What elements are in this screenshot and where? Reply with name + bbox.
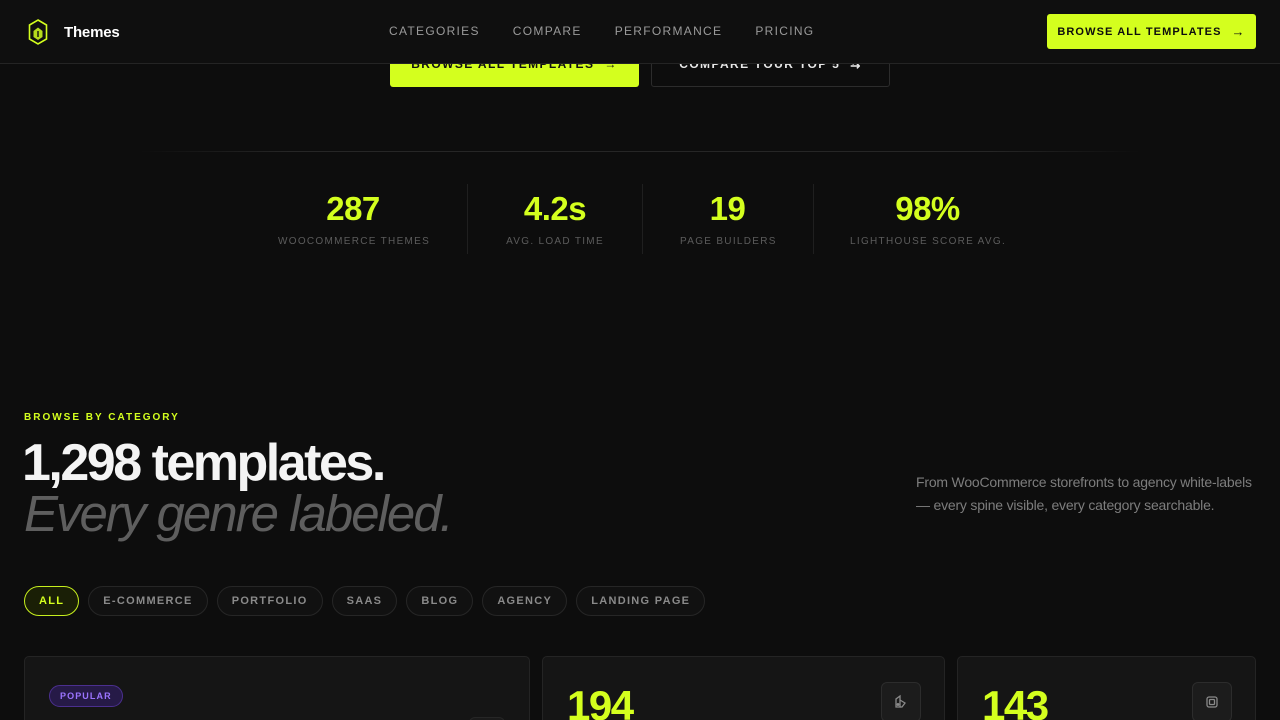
- stat-lighthouse-score: 98% LIGHTHOUSE SCORE AVG.: [850, 188, 1005, 247]
- filter-chip-e-commerce[interactable]: E-COMMERCE: [88, 586, 208, 616]
- browse-all-templates-button[interactable]: BROWSE ALL TEMPLATES →: [1047, 14, 1256, 49]
- filter-chip-agency[interactable]: AGENCY: [482, 586, 568, 616]
- nav-link-compare[interactable]: COMPARE: [513, 24, 582, 38]
- filter-chip-saas[interactable]: SAAS: [331, 586, 398, 616]
- nav-link-performance[interactable]: PERFORMANCE: [615, 24, 723, 38]
- arrow-right-icon: →: [1231, 24, 1246, 39]
- stat-separator: [467, 184, 468, 254]
- category-card-featured[interactable]: POPULAR: [24, 656, 530, 720]
- category-card[interactable]: 143: [957, 656, 1256, 720]
- filter-chip-portfolio[interactable]: PORTFOLIO: [216, 586, 323, 616]
- stat-value: 98%: [895, 190, 960, 227]
- filter-chip-all[interactable]: ALL: [24, 586, 80, 616]
- section-intro: From WooCommerce storefronts to agency w…: [916, 474, 1252, 513]
- brand-name: Themes: [64, 23, 120, 41]
- palette-icon: [881, 682, 921, 720]
- stat-value: 19: [709, 190, 746, 227]
- nav-link-pricing[interactable]: PRICING: [755, 24, 814, 38]
- brand[interactable]: Themes: [28, 19, 120, 45]
- nav-links: CATEGORIES COMPARE PERFORMANCE PRICING: [389, 24, 847, 38]
- stat-label: LIGHTHOUSE SCORE AVG.: [850, 236, 1007, 247]
- layers-icon: [1192, 682, 1232, 720]
- section-eyebrow: BROWSE BY CATEGORY: [24, 412, 180, 423]
- popular-badge: POPULAR: [49, 685, 123, 707]
- card-count: 194: [567, 682, 634, 720]
- stat-separator: [813, 184, 814, 254]
- stat-label: AVG. LOAD TIME: [506, 236, 604, 247]
- stat-avg-load-time: 4.2s AVG. LOAD TIME: [505, 188, 605, 247]
- brand-logo-icon: [28, 19, 48, 45]
- stat-label: PAGE BUILDERS: [680, 236, 777, 247]
- stat-label: WOOCOMMERCE THEMES: [278, 236, 431, 247]
- stat-value: 4.2s: [523, 190, 587, 227]
- stats-divider: [140, 151, 1140, 152]
- stat-woocommerce-themes: 287 WOOCOMMERCE THEMES: [278, 188, 431, 247]
- filter-chip-blog[interactable]: BLOG: [406, 586, 474, 616]
- category-filters: ALL E-COMMERCE PORTFOLIO SAAS BLOG AGENC…: [24, 586, 714, 616]
- stat-separator: [642, 184, 643, 254]
- top-nav: Themes CATEGORIES COMPARE PERFORMANCE PR…: [0, 0, 1280, 64]
- filter-chip-landing-page[interactable]: LANDING PAGE: [576, 586, 706, 616]
- stat-value: 287: [326, 190, 380, 227]
- category-card[interactable]: 194: [542, 656, 945, 720]
- browse-all-templates-label: BROWSE ALL TEMPLATES: [1057, 25, 1222, 38]
- stat-page-builders: 19 PAGE BUILDERS: [680, 188, 775, 247]
- card-count: 143: [982, 682, 1049, 720]
- section-headline-italic: Every genre labeled.: [24, 485, 454, 542]
- nav-link-categories[interactable]: CATEGORIES: [389, 24, 480, 38]
